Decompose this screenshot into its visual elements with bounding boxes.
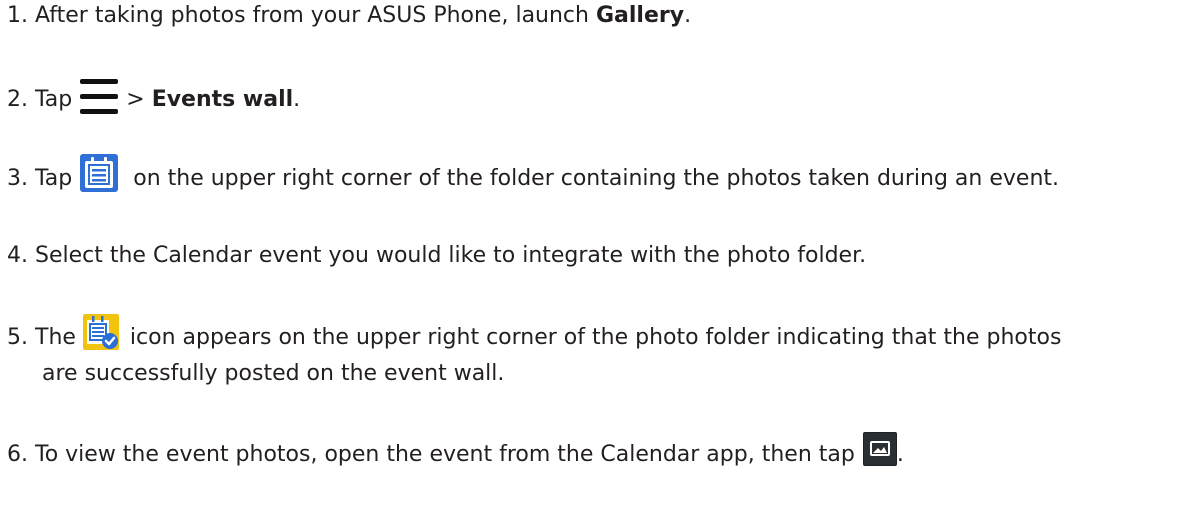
- step-number: 2.: [7, 87, 28, 112]
- step-5: 5. The icon appears on the upper right c…: [7, 314, 1062, 386]
- step-punctuation: .: [684, 3, 692, 28]
- step-separator: >: [126, 87, 152, 112]
- instructions-document: 1. After taking photos from your ASUS Ph…: [0, 0, 1198, 507]
- step-2: 2. Tap > Events wall.: [7, 77, 301, 120]
- step-text: Select the Calendar event you would like…: [35, 243, 867, 268]
- step-number: 3.: [7, 166, 28, 191]
- step-text: The: [35, 325, 76, 350]
- step-1: 1. After taking photos from your ASUS Ph…: [7, 0, 691, 32]
- step-text-continued: are successfully posted on the event wal…: [42, 361, 505, 386]
- step-text: After taking photos from your ASUS Phone…: [35, 3, 596, 28]
- step-text: on the upper right corner of the folder …: [126, 166, 1060, 191]
- gallery-label: Gallery: [595, 3, 685, 28]
- step-4: 4. Select the Calendar event you would l…: [7, 240, 866, 272]
- calendar-icon: [80, 154, 119, 192]
- step-text: To view the event photos, open the event…: [35, 442, 855, 467]
- step-text: icon appears on the upper right corner o…: [122, 325, 1062, 350]
- events-wall-label: Events wall: [151, 87, 294, 112]
- step-text: Tap: [35, 166, 73, 191]
- step-number: 1.: [7, 3, 28, 28]
- step-number: 4.: [7, 243, 28, 268]
- calendar-posted-icon: [82, 314, 119, 350]
- step-punctuation: .: [896, 442, 904, 467]
- step-text: Tap: [35, 87, 73, 112]
- step-number: 6.: [7, 442, 28, 467]
- step-punctuation: .: [293, 87, 301, 112]
- menu-icon: [80, 77, 119, 117]
- step-3: 3. Tap on the upper right corner of the …: [7, 154, 1060, 198]
- image-icon: [862, 432, 897, 466]
- step-number: 5.: [7, 325, 28, 350]
- step-6: 6. To view the event photos, open the ev…: [7, 432, 904, 472]
